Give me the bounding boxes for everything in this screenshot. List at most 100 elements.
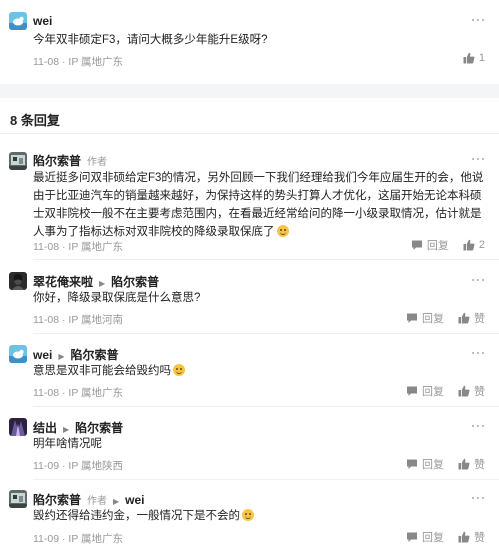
like-button-label: 赞 bbox=[474, 459, 485, 471]
reply-separator bbox=[33, 479, 499, 480]
like-button-label: 赞 bbox=[474, 313, 485, 325]
reply-meta: 11-09 · IP 属地陕西 bbox=[33, 458, 123, 473]
smile-emoji-icon bbox=[242, 509, 254, 521]
like-button-label: 赞 bbox=[474, 386, 485, 398]
reply-author[interactable]: wei ▶ 陷尔索普 bbox=[33, 346, 119, 363]
reply-text-line: 最近挺多问双非硕给定F3的情况，另外回顾一下我们经理给我们今年应届生开的会，他说 bbox=[33, 172, 484, 184]
reply-text: 明年啥情况呢 bbox=[33, 435, 102, 453]
comment-bubble-icon bbox=[407, 386, 417, 396]
reply-author-name: wei bbox=[33, 348, 53, 362]
more-dots-icon[interactable] bbox=[471, 423, 485, 429]
like-button[interactable]: 赞 bbox=[458, 456, 485, 472]
reply-button-label: 回复 bbox=[422, 386, 444, 398]
more-dots-icon[interactable] bbox=[471, 17, 485, 23]
thumbs-up-icon bbox=[463, 239, 475, 251]
avatar[interactable] bbox=[9, 345, 27, 363]
reply-location: · IP 属地广东 bbox=[62, 387, 124, 399]
reply-meta: 11-08 · IP 属地河南 bbox=[33, 312, 123, 327]
comment-bubble-icon bbox=[411, 240, 422, 250]
comment-bubble-icon bbox=[407, 532, 417, 542]
reply-text-line: 士双非院校一般不在主要考虑范围内，在看最近经常给问的降一小级录取情况，估计就是 bbox=[33, 208, 482, 220]
reply-button[interactable]: 回复 bbox=[406, 310, 444, 326]
reply-actions: 回复 赞 bbox=[406, 456, 485, 472]
reply-button-label: 回复 bbox=[422, 313, 444, 325]
avatar[interactable] bbox=[9, 272, 27, 290]
reply-to-name: 陷尔索普 bbox=[70, 348, 119, 362]
reply-location: · IP 属地广东 bbox=[62, 241, 124, 253]
reply-author-name: 翠花俺来啦 bbox=[33, 275, 94, 289]
reply-author[interactable]: 翠花俺来啦 ▶ 陷尔索普 bbox=[33, 273, 159, 290]
reply-actions: 回复 赞 bbox=[406, 310, 485, 326]
more-dots-icon[interactable] bbox=[471, 277, 485, 283]
comment-bubble-icon bbox=[407, 459, 417, 469]
reply-button[interactable]: 回复 bbox=[406, 456, 444, 472]
reply-text-line: 你好，降级录取保底是什么意思? bbox=[33, 292, 201, 304]
section-divider bbox=[0, 84, 499, 98]
reply-text: 你好，降级录取保底是什么意思? bbox=[33, 289, 200, 307]
reply-button[interactable]: 回复 bbox=[406, 383, 444, 399]
post-like-count: 1 bbox=[478, 52, 485, 64]
reply-author[interactable]: 陷尔索普 作者 bbox=[33, 152, 107, 169]
avatar[interactable] bbox=[9, 12, 27, 30]
reply-to-name: 陷尔索普 bbox=[75, 421, 124, 435]
comment-bubble-icon bbox=[407, 313, 417, 323]
reply-button[interactable]: 回复 bbox=[411, 237, 449, 253]
reply-button[interactable]: 回复 bbox=[406, 529, 444, 545]
replies-header: 8 条回复 bbox=[0, 98, 499, 134]
reply-to-arrow-icon: ▶ bbox=[58, 352, 65, 361]
reply-meta: 11-09 · IP 属地广东 bbox=[33, 531, 123, 546]
thumbs-up-icon bbox=[463, 52, 475, 64]
like-button-label: 2 bbox=[478, 239, 485, 251]
reply-to-arrow-icon: ▶ bbox=[99, 279, 106, 288]
reply-actions: 回复 赞 bbox=[406, 383, 485, 399]
author-role-badge: 作者 bbox=[87, 157, 108, 168]
reply-meta: 11-08 · IP 属地广东 bbox=[33, 239, 123, 254]
reply-actions: 回复 赞 bbox=[406, 529, 485, 545]
grin-emoji-icon bbox=[276, 225, 289, 237]
avatar[interactable] bbox=[9, 418, 27, 436]
more-dots-icon[interactable] bbox=[471, 156, 485, 162]
reply-author[interactable]: 陷尔索普 作者 ▶ wei bbox=[33, 491, 145, 508]
post-like-button[interactable]: 1 bbox=[463, 52, 485, 64]
more-dots-icon[interactable] bbox=[471, 350, 485, 356]
reply-text: 意思是双非可能会给毁约吗 bbox=[33, 362, 185, 380]
reply-date: 11-09 bbox=[33, 533, 60, 545]
post-date: 11-08 bbox=[33, 56, 60, 68]
reply-location: · IP 属地广东 bbox=[62, 533, 124, 545]
post-text: 今年双非硕定F3，请问大概多少年能升E级呀? bbox=[33, 34, 268, 46]
reply-to-name: 陷尔索普 bbox=[111, 275, 160, 289]
reply-text-line: 明年啥情况呢 bbox=[33, 438, 102, 450]
avatar[interactable] bbox=[9, 490, 27, 508]
post-actions: 1 bbox=[463, 52, 485, 64]
like-button[interactable]: 赞 bbox=[458, 529, 485, 545]
reply-author-name: 结出 bbox=[33, 421, 58, 435]
reply-text: 最近挺多问双非硕给定F3的情况，另外回顾一下我们经理给我们今年应届生开的会，他说… bbox=[33, 169, 483, 241]
thumbs-up-icon bbox=[458, 458, 470, 470]
reply-author-name: 陷尔索普 bbox=[33, 493, 82, 507]
sweat-emoji-icon bbox=[173, 364, 185, 376]
reply-location: · IP 属地陕西 bbox=[62, 460, 124, 472]
reply-button-label: 回复 bbox=[426, 240, 449, 252]
reply-button-label: 回复 bbox=[422, 532, 444, 544]
reply-author[interactable]: 结出 ▶ 陷尔索普 bbox=[33, 419, 123, 436]
reply-to-arrow-icon: ▶ bbox=[63, 425, 70, 434]
like-button[interactable]: 赞 bbox=[458, 383, 485, 399]
more-dots-icon[interactable] bbox=[471, 495, 485, 501]
reply-actions: 回复 2 bbox=[411, 237, 485, 253]
like-button[interactable]: 赞 bbox=[458, 310, 485, 326]
reply-meta: 11-08 · IP 属地广东 bbox=[33, 385, 123, 400]
reply-button-label: 回复 bbox=[422, 459, 444, 471]
replies-count-title: 8 条回复 bbox=[10, 113, 60, 128]
like-button[interactable]: 2 bbox=[463, 239, 485, 251]
reply-text-line: 人事为了指标达标对双非院校的降级录取保底了 bbox=[33, 226, 275, 238]
post-author[interactable]: wei bbox=[33, 14, 52, 28]
avatar[interactable] bbox=[9, 152, 27, 170]
reply-text-line: 由于比亚迪汽车的销量越来越好，为保持这样的势头打算人才优化，这届开始无论本科硕 bbox=[33, 190, 482, 202]
reply-text-line: 毁约还得给违约金，一般情况下是不会的 bbox=[33, 510, 240, 522]
reply-date: 11-08 bbox=[33, 241, 60, 253]
reply-to-arrow-icon: ▶ bbox=[113, 497, 120, 506]
post-location: · IP 属地广东 bbox=[62, 56, 124, 68]
reply-separator bbox=[33, 259, 499, 260]
reply-date: 11-09 bbox=[33, 460, 60, 472]
thumbs-up-icon bbox=[458, 385, 470, 397]
